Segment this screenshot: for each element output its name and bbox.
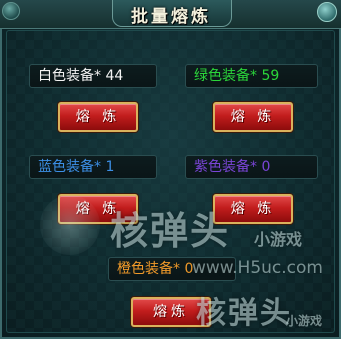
white-equipment-count: * 44 <box>94 68 124 84</box>
corner-ornament-icon <box>2 2 20 20</box>
orange-equipment-count: * 0 <box>173 261 194 277</box>
blue-equipment-count: * 1 <box>94 159 115 175</box>
purple-equipment-count: * 0 <box>250 159 271 175</box>
watermark-brand-1: 核弹头 <box>110 209 231 253</box>
smelt-green-button[interactable]: 熔 炼 <box>213 102 293 132</box>
smelt-white-button[interactable]: 熔 炼 <box>58 102 138 132</box>
green-equipment-label: 绿色装备 <box>194 68 250 84</box>
green-equipment-field: 绿色装备* 59 <box>185 64 318 88</box>
white-equipment-label: 白色装备 <box>38 68 94 84</box>
watermark-brand-2: 核弹头 <box>196 296 292 331</box>
blue-equipment-label: 蓝色装备 <box>38 159 94 175</box>
orange-equipment-label: 橙色装备 <box>117 261 173 277</box>
purple-equipment-label: 紫色装备 <box>194 159 250 175</box>
dialog-title: 批量熔炼 <box>131 7 211 27</box>
watermark-url: www.H5uc.com <box>192 258 323 278</box>
watermark-sub-2: 小游戏 <box>286 314 323 328</box>
watermark-logo-icon <box>40 195 100 255</box>
green-equipment-count: * 59 <box>250 68 280 84</box>
purple-equipment-field: 紫色装备* 0 <box>185 155 318 179</box>
watermark-sub-1: 小游戏 <box>254 230 303 249</box>
white-equipment-field: 白色装备* 44 <box>29 64 157 88</box>
close-icon[interactable] <box>317 2 337 22</box>
blue-equipment-field: 蓝色装备* 1 <box>29 155 157 179</box>
